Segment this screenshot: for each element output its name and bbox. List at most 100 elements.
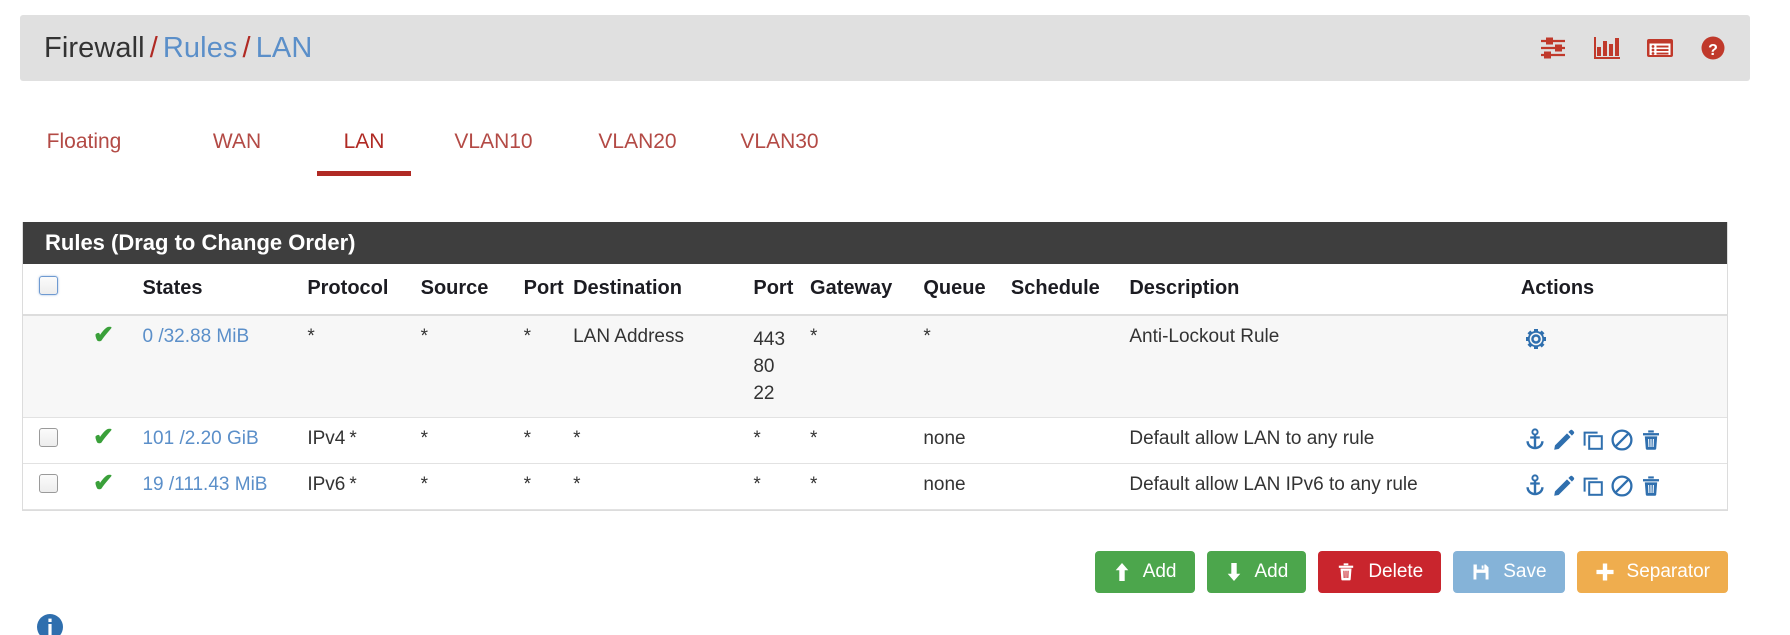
tab-lan[interactable]: LAN bbox=[325, 118, 403, 154]
tab-vlan30-label: VLAN30 bbox=[740, 130, 819, 153]
anchor-icon[interactable] bbox=[1523, 474, 1547, 498]
copy-icon[interactable] bbox=[1581, 428, 1605, 452]
anchor-icon[interactable] bbox=[1523, 428, 1547, 452]
delete-rules-label: Delete bbox=[1368, 561, 1424, 582]
dest-port-value: 80 bbox=[753, 356, 775, 377]
states-link[interactable]: 19 /111.43 MiB bbox=[142, 474, 267, 495]
edit-pencil-icon[interactable] bbox=[1552, 428, 1576, 452]
description-value: Default allow LAN IPv6 to any rule bbox=[1129, 474, 1418, 495]
th-states[interactable]: States bbox=[142, 264, 308, 316]
table-list-icon[interactable] bbox=[1645, 35, 1675, 61]
add-rule-bottom-button[interactable]: Add bbox=[1206, 551, 1307, 593]
disable-ban-icon[interactable] bbox=[1610, 428, 1634, 452]
row-gateway-cell: * bbox=[810, 315, 924, 418]
page-header-bar: Firewall / Rules / LAN ? bbox=[20, 15, 1750, 81]
source-port-value: * bbox=[523, 428, 532, 449]
row-dest-port-cell: * bbox=[753, 463, 811, 510]
gateway-value: * bbox=[810, 326, 818, 347]
table-row[interactable]: ✔ 101 /2.20 GiB IPv4 * * * * * * none De… bbox=[23, 417, 1727, 464]
th-status bbox=[93, 264, 143, 316]
protocol-value: * bbox=[307, 326, 315, 347]
copy-icon[interactable] bbox=[1581, 474, 1605, 498]
queue-value: * bbox=[923, 326, 931, 347]
help-icon[interactable]: ? bbox=[1698, 35, 1728, 61]
th-description[interactable]: Description bbox=[1129, 264, 1521, 316]
sliders-icon[interactable] bbox=[1539, 35, 1569, 61]
tab-vlan10[interactable]: VLAN10 bbox=[441, 118, 546, 154]
row-description-cell: Default allow LAN IPv6 to any rule bbox=[1129, 463, 1521, 510]
trash-icon bbox=[1336, 562, 1356, 582]
row-protocol-cell: IPv4 * bbox=[307, 417, 421, 464]
row-actions-cell bbox=[1520, 417, 1727, 464]
delete-trash-icon[interactable] bbox=[1639, 428, 1663, 452]
source-port-value: * bbox=[523, 474, 532, 495]
add-rule-top-label: Add bbox=[1142, 561, 1177, 582]
destination-value: * bbox=[573, 474, 581, 495]
description-value: Default allow LAN to any rule bbox=[1129, 428, 1375, 449]
add-separator-button[interactable]: Separator bbox=[1576, 551, 1728, 593]
delete-rules-button[interactable]: Delete bbox=[1318, 551, 1442, 593]
gateway-value: * bbox=[810, 428, 818, 449]
th-source[interactable]: Source bbox=[420, 264, 524, 316]
breadcrumb: Firewall / Rules / LAN bbox=[44, 32, 312, 65]
row-checkbox[interactable] bbox=[39, 428, 58, 447]
row-select-cell bbox=[23, 463, 94, 510]
pass-check-icon: ✔ bbox=[93, 423, 114, 451]
tab-floating[interactable]: Floating bbox=[24, 118, 144, 154]
row-source-cell: * bbox=[420, 315, 524, 418]
row-source-port-cell: * bbox=[523, 463, 574, 510]
tab-vlan30[interactable]: VLAN30 bbox=[727, 118, 832, 154]
tab-lan-label: LAN bbox=[343, 130, 385, 153]
rules-table: States Protocol Source Port Destination … bbox=[23, 264, 1727, 510]
row-dest-port-cell: * bbox=[753, 417, 811, 464]
th-source-port[interactable]: Port bbox=[523, 264, 574, 316]
row-status-cell: ✔ bbox=[93, 463, 143, 510]
table-row[interactable]: ✔ 0 /32.88 MiB * * * LAN Address 443 80 … bbox=[23, 315, 1727, 418]
th-dest-port[interactable]: Port bbox=[753, 264, 811, 316]
th-schedule[interactable]: Schedule bbox=[1010, 264, 1130, 316]
gear-icon[interactable] bbox=[1523, 326, 1549, 352]
table-row[interactable]: ✔ 19 /111.43 MiB IPv6 * * * * * * none D… bbox=[23, 463, 1727, 510]
th-protocol[interactable]: Protocol bbox=[307, 264, 421, 316]
states-link[interactable]: 0 /32.88 MiB bbox=[142, 326, 249, 347]
row-action-group bbox=[1521, 326, 1727, 352]
th-gateway[interactable]: Gateway bbox=[810, 264, 924, 316]
svg-text:?: ? bbox=[1708, 42, 1718, 59]
row-checkbox[interactable] bbox=[39, 474, 58, 493]
tab-vlan20[interactable]: VLAN20 bbox=[585, 118, 690, 154]
th-select-all bbox=[23, 264, 94, 316]
save-button[interactable]: Save bbox=[1453, 551, 1565, 593]
delete-trash-icon[interactable] bbox=[1639, 474, 1663, 498]
th-queue[interactable]: Queue bbox=[923, 264, 1011, 316]
source-value: * bbox=[420, 474, 429, 495]
states-link[interactable]: 101 /2.20 GiB bbox=[142, 428, 258, 449]
description-value: Anti-Lockout Rule bbox=[1129, 326, 1280, 347]
select-all-checkbox[interactable] bbox=[39, 276, 58, 295]
tab-vlan20-label: VLAN20 bbox=[598, 130, 677, 153]
breadcrumb-separator-1: / bbox=[149, 31, 158, 64]
row-source-cell: * bbox=[420, 417, 524, 464]
row-states-cell: 19 /111.43 MiB bbox=[142, 463, 308, 510]
add-rule-top-button[interactable]: Add bbox=[1094, 551, 1195, 593]
edit-pencil-icon[interactable] bbox=[1552, 474, 1576, 498]
tab-wan[interactable]: WAN bbox=[193, 118, 281, 154]
row-schedule-cell bbox=[1010, 417, 1130, 464]
breadcrumb-link-lan[interactable]: LAN bbox=[256, 32, 313, 64]
bar-chart-icon[interactable] bbox=[1592, 35, 1622, 61]
th-destination[interactable]: Destination bbox=[573, 264, 754, 316]
disable-ban-icon[interactable] bbox=[1610, 474, 1634, 498]
row-states-cell: 0 /32.88 MiB bbox=[142, 315, 308, 418]
row-select-cell bbox=[23, 417, 94, 464]
pass-check-icon: ✔ bbox=[93, 469, 114, 497]
pass-check-icon: ✔ bbox=[93, 321, 114, 349]
breadcrumb-link-rules[interactable]: Rules bbox=[163, 32, 238, 64]
row-action-group bbox=[1521, 428, 1727, 452]
rules-panel: Rules (Drag to Change Order) States Prot… bbox=[22, 222, 1728, 511]
protocol-version-value: IPv4 bbox=[307, 428, 346, 449]
row-dest-port-cell: 443 80 22 bbox=[753, 315, 811, 418]
info-circle-icon[interactable] bbox=[36, 613, 64, 635]
rules-table-header: States Protocol Source Port Destination … bbox=[23, 264, 1727, 316]
tab-floating-label: Floating bbox=[46, 130, 122, 153]
row-queue-cell: none bbox=[923, 417, 1011, 464]
row-destination-cell: * bbox=[573, 463, 754, 510]
